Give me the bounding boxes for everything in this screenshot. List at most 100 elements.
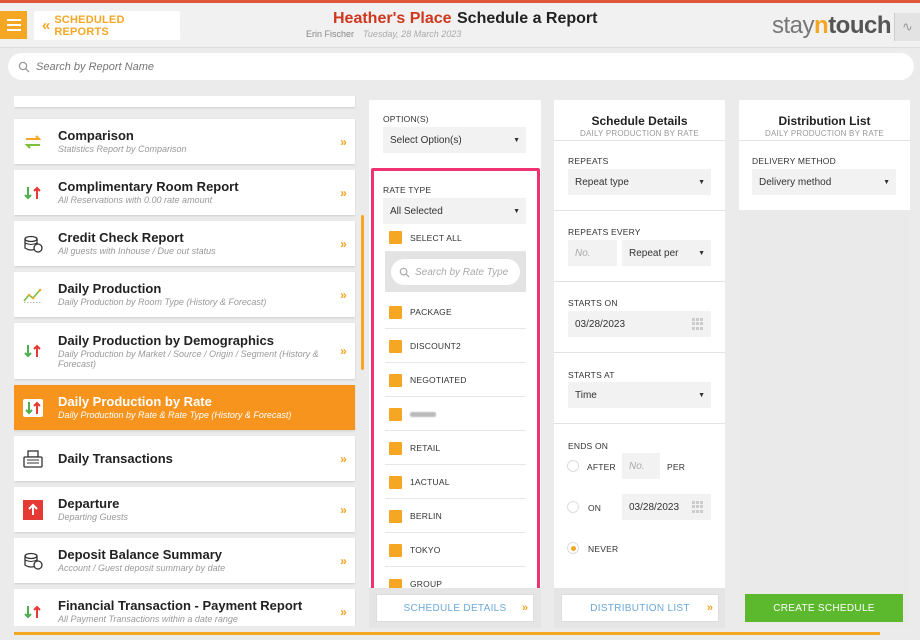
report-list: Comparison Statistics Report by Compariso…: [14, 96, 356, 626]
divider: [739, 140, 910, 141]
ends-on-label: ENDS ON: [568, 441, 609, 451]
user-name: Erin Fischer: [306, 29, 355, 39]
divider: [554, 423, 725, 424]
chevron-right-icon: »: [340, 287, 347, 302]
repeats-per-select[interactable]: Repeat per ▼: [622, 240, 711, 266]
divider: [554, 352, 725, 353]
report-item-deposit-balance[interactable]: Deposit Balance Summary Account / Guest d…: [14, 538, 355, 583]
starts-at-select[interactable]: Time ▼: [568, 382, 711, 408]
report-title: Complimentary Room Report: [58, 179, 239, 194]
chevron-right-icon: »: [521, 602, 528, 614]
report-item-complimentary-room[interactable]: Complimentary Room Report All Reservation…: [14, 170, 355, 215]
chevron-right-icon: »: [340, 604, 347, 619]
delivery-method-label: DELIVERY METHOD: [752, 156, 836, 166]
connection-icon[interactable]: ∿: [894, 13, 920, 41]
ends-never-label: NEVER: [588, 544, 619, 554]
chevron-right-icon: »: [340, 553, 347, 568]
schedule-title: Schedule Details: [591, 114, 688, 128]
rate-type-highlight-box: [371, 168, 540, 592]
distribution-title: Distribution List: [778, 114, 871, 128]
report-title: Daily Production by Rate: [58, 394, 212, 409]
up-down-arrows-icon: [14, 329, 52, 374]
hotel-name: Heather's Place: [333, 10, 452, 27]
bottom-progress-bar: [14, 632, 880, 635]
chevron-right-icon: »: [340, 344, 347, 358]
chevron-right-icon: »: [340, 451, 347, 466]
business-date: Tuesday, 28 March 2023: [363, 29, 462, 39]
report-item-daily-production-demographics[interactable]: Daily Production by Demographics Daily Pr…: [14, 323, 355, 379]
repeats-label: REPEATS: [568, 156, 609, 166]
distribution-subtitle: DAILY PRODUCTION BY RATE: [765, 129, 884, 138]
coins-icon: [14, 221, 52, 266]
report-subtitle: All Payment Transactions within a date r…: [58, 614, 238, 624]
calendar-icon[interactable]: [692, 318, 705, 330]
schedule-subtitle: DAILY PRODUCTION BY RATE: [580, 129, 699, 138]
repeats-select[interactable]: Repeat type ▼: [568, 169, 711, 195]
report-title: Comparison: [58, 128, 134, 143]
app-header: « SCHEDULED REPORTS Heather's Place Sche…: [0, 3, 920, 48]
report-title: Departure: [58, 496, 120, 511]
report-title: Daily Transactions: [58, 450, 173, 466]
report-subtitle: All guests with Inhouse / Due out status: [58, 246, 216, 256]
hamburger-menu-icon[interactable]: [0, 11, 27, 39]
report-item-daily-production-rate[interactable]: Daily Production by Rate Daily Production…: [14, 385, 355, 430]
ends-after-radio[interactable]: [567, 460, 579, 472]
per-label: PER: [667, 462, 686, 472]
swap-arrows-icon: [14, 119, 52, 164]
distribution-list-button[interactable]: DISTRIBUTION LIST»: [561, 594, 719, 622]
starts-on-date-input[interactable]: 03/28/2023: [568, 311, 711, 337]
options-select[interactable]: Select Option(s) ▼: [383, 127, 526, 153]
chevron-right-icon: »: [706, 602, 713, 614]
chevron-right-icon: »: [340, 185, 347, 200]
report-title: Financial Transaction - Payment Report: [58, 598, 303, 613]
double-chevron-left-icon: «: [42, 17, 51, 34]
chevron-right-icon: »: [340, 502, 347, 517]
up-down-arrows-icon: [14, 385, 52, 430]
schedule-details-button[interactable]: SCHEDULE DETAILS»: [376, 594, 534, 622]
ends-after-label: AFTER: [587, 462, 616, 472]
report-item-departure[interactable]: Departure Departing Guests »: [14, 487, 355, 532]
report-item-daily-transactions[interactable]: Daily Transactions »: [14, 436, 355, 481]
starts-on-label: STARTS ON: [568, 298, 618, 308]
delivery-method-select[interactable]: Delivery method ▼: [752, 169, 896, 195]
report-item-credit-check[interactable]: Credit Check Report All guests with Inhou…: [14, 221, 355, 266]
caret-down-icon: ▼: [513, 137, 520, 144]
back-to-scheduled-reports-button[interactable]: « SCHEDULED REPORTS: [34, 11, 180, 40]
repeats-every-input[interactable]: No.: [568, 240, 617, 266]
report-subtitle: Daily Production by Market / Source / Or…: [58, 348, 319, 369]
report-title: Daily Production by Demographics: [58, 332, 274, 348]
coins-icon: [14, 538, 52, 583]
ends-on-option-label: ON: [588, 503, 602, 513]
starts-at-label: STARTS AT: [568, 370, 615, 380]
up-down-arrows-icon: [14, 589, 52, 626]
report-item-partial[interactable]: [14, 96, 355, 107]
create-schedule-button[interactable]: CREATE SCHEDULE: [745, 594, 903, 622]
search-icon: [18, 61, 30, 72]
divider: [554, 281, 725, 282]
chevron-right-icon: »: [340, 134, 347, 149]
caret-down-icon: ▼: [698, 179, 705, 186]
search-input[interactable]: [36, 60, 436, 73]
report-title: Daily Production: [58, 281, 162, 296]
report-item-daily-production[interactable]: Daily Production Daily Production by Room…: [14, 272, 355, 317]
report-subtitle: Daily Production by Rate & Rate Type (Hi…: [58, 410, 292, 420]
report-search-bar[interactable]: [8, 53, 914, 80]
ends-on-date-input[interactable]: 03/28/2023: [622, 494, 711, 520]
chevron-right-icon: »: [340, 236, 347, 251]
departure-icon: [14, 487, 52, 532]
trend-chart-icon: [14, 272, 52, 317]
ends-on-radio[interactable]: [567, 501, 579, 513]
divider: [554, 210, 725, 211]
report-list-scrollbar[interactable]: [361, 215, 364, 370]
report-subtitle: Daily Production by Room Type (History &…: [58, 297, 267, 307]
report-item-financial-transaction[interactable]: Financial Transaction - Payment Report Al…: [14, 589, 355, 626]
up-down-arrows-icon: [14, 170, 52, 215]
caret-down-icon: ▼: [883, 179, 890, 186]
ends-never-radio[interactable]: [567, 542, 579, 554]
report-item-comparison[interactable]: Comparison Statistics Report by Compariso…: [14, 119, 355, 164]
calendar-icon[interactable]: [692, 501, 705, 513]
cash-register-icon: [14, 436, 52, 481]
ends-after-count-input[interactable]: No.: [622, 453, 660, 479]
report-subtitle: Departing Guests: [58, 512, 129, 522]
caret-down-icon: ▼: [698, 250, 705, 257]
